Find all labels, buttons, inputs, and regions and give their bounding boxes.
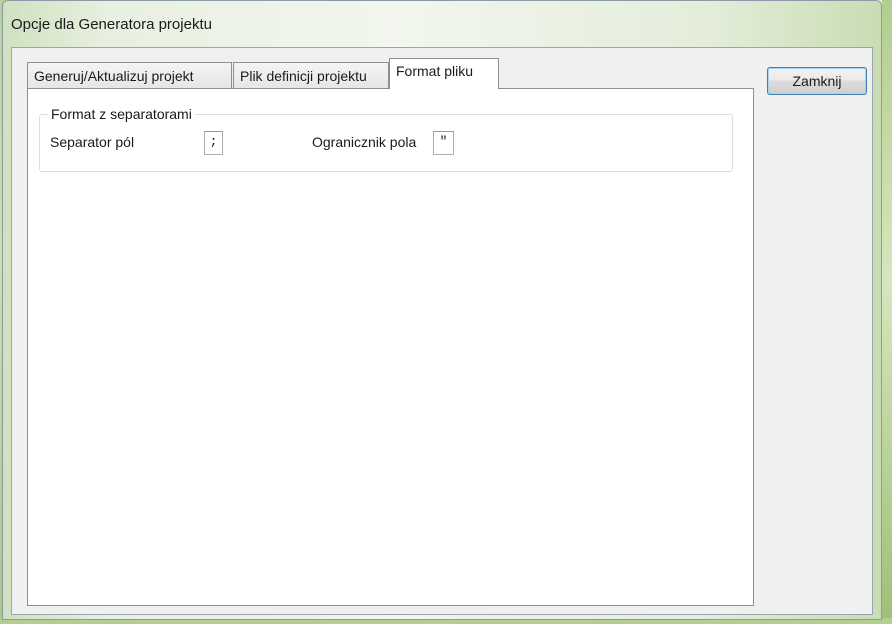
close-button[interactable]: Zamknij (767, 67, 867, 95)
dialog-window: Opcje dla Generatora projektu Generuj/Ak… (2, 0, 882, 620)
field-separator-input[interactable]: ; (204, 131, 223, 155)
window-title: Opcje dla Generatora projektu (11, 16, 212, 33)
delimited-format-groupbox: Format z separatorami Separator pól ; Og… (39, 106, 733, 172)
field-delimiter-input[interactable]: " (433, 131, 454, 155)
dialog-client-area: Generuj/Aktualizuj projekt Plik definicj… (11, 47, 873, 615)
desktop-background-right (882, 0, 892, 624)
tab-panel-file-format: Format z separatorami Separator pól ; Og… (27, 88, 754, 606)
tab-generate-update-project[interactable]: Generuj/Aktualizuj projekt (27, 62, 232, 88)
field-separator-label: Separator pól (50, 134, 135, 150)
tab-project-definition-file[interactable]: Plik definicji projektu (233, 62, 389, 88)
tab-file-format[interactable]: Format pliku (389, 58, 499, 89)
field-delimiter-label: Ogranicznik pola (312, 134, 417, 150)
groupbox-title: Format z separatorami (48, 106, 195, 122)
